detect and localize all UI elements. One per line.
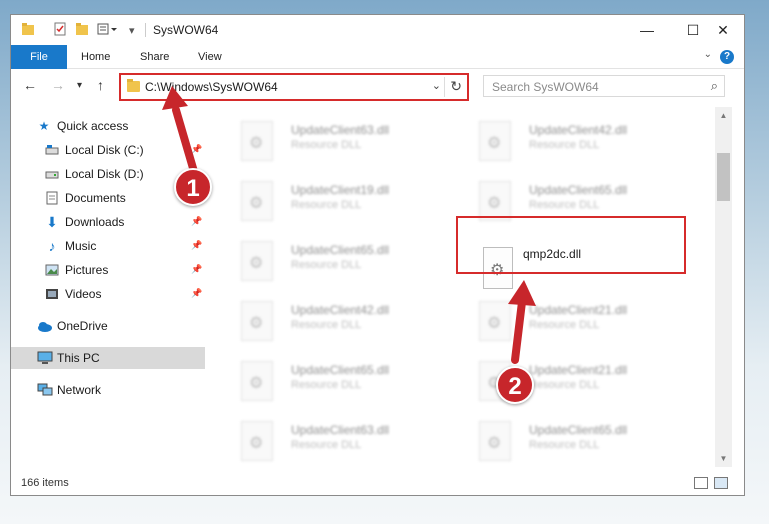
annotation-arrows [162, 86, 536, 364]
step-badge-1: 1 [174, 168, 212, 206]
step-badge-2: 2 [496, 366, 534, 404]
arrow-to-address-bar [162, 86, 199, 179]
arrow-to-file [508, 280, 536, 364]
